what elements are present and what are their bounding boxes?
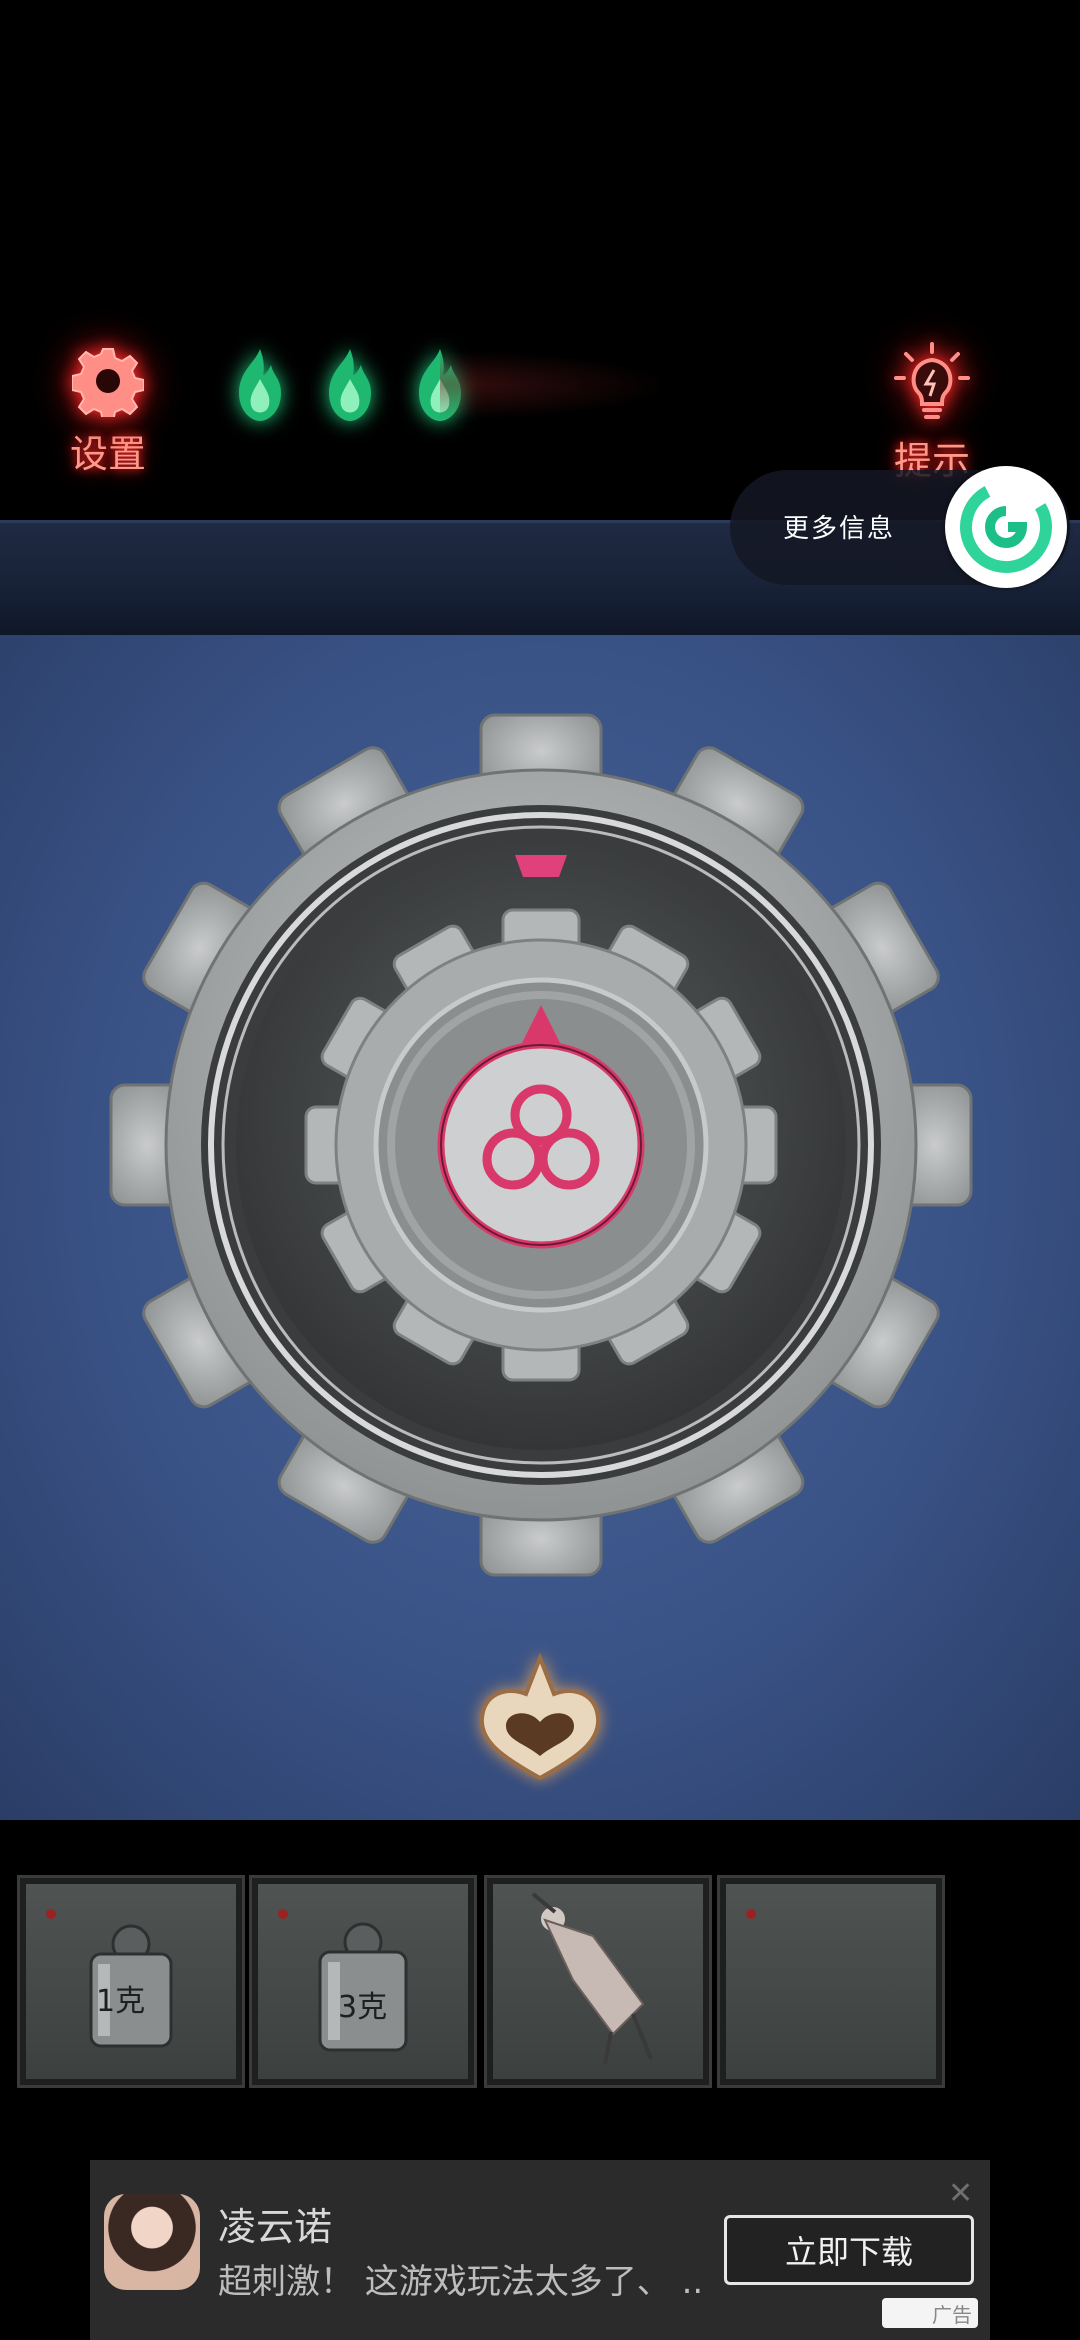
inventory-slot-4[interactable] [720,1878,942,2085]
puzzle-panel [0,635,1080,1820]
ad-title[interactable]: 凌云诺 [218,2196,332,2251]
green-flame-icon [329,349,371,421]
settings-label: 设置 [70,432,147,476]
flame-trail [440,350,670,420]
empty-slot [746,1909,756,1919]
fleur-emblem-icon [479,1652,601,1781]
close-icon[interactable]: ✕ [948,2176,973,2211]
doll-figure-icon [531,1892,653,2065]
ad-description[interactable]: 超刺激！ 这游戏玩法太多了、 .. [218,2254,703,2303]
inventory-slot-3[interactable] [487,1878,709,2085]
gear-icon [72,348,144,417]
weight-label: 3克 [338,1990,388,2025]
green-flame-icon [239,349,281,421]
weight-label: 1克 [96,1984,146,2019]
download-button[interactable]: 立即下载 [724,2215,974,2285]
inventory-slot-2[interactable]: 3克 [252,1878,474,2085]
settings-button[interactable]: 设置 [70,345,146,478]
ad-avatar[interactable] [104,2194,200,2290]
ad-tag: 广告 [882,2298,978,2328]
more-info-label[interactable]: 更多信息 [783,508,895,545]
gear-dial[interactable] [0,635,1080,1820]
g-logo-icon[interactable] [945,466,1067,588]
lives-indicator [225,345,475,425]
top-hud: 设置 提示 [0,0,1080,520]
inventory-slot-1[interactable]: 1克 [20,1878,242,2085]
pink-marker-icon [515,855,567,877]
lightbulb-icon [894,342,970,419]
hint-button[interactable]: 提示 [890,340,974,485]
ad-banner[interactable]: 凌云诺 超刺激！ 这游戏玩法太多了、 .. 立即下载 ✕ 广告 [90,2160,990,2340]
